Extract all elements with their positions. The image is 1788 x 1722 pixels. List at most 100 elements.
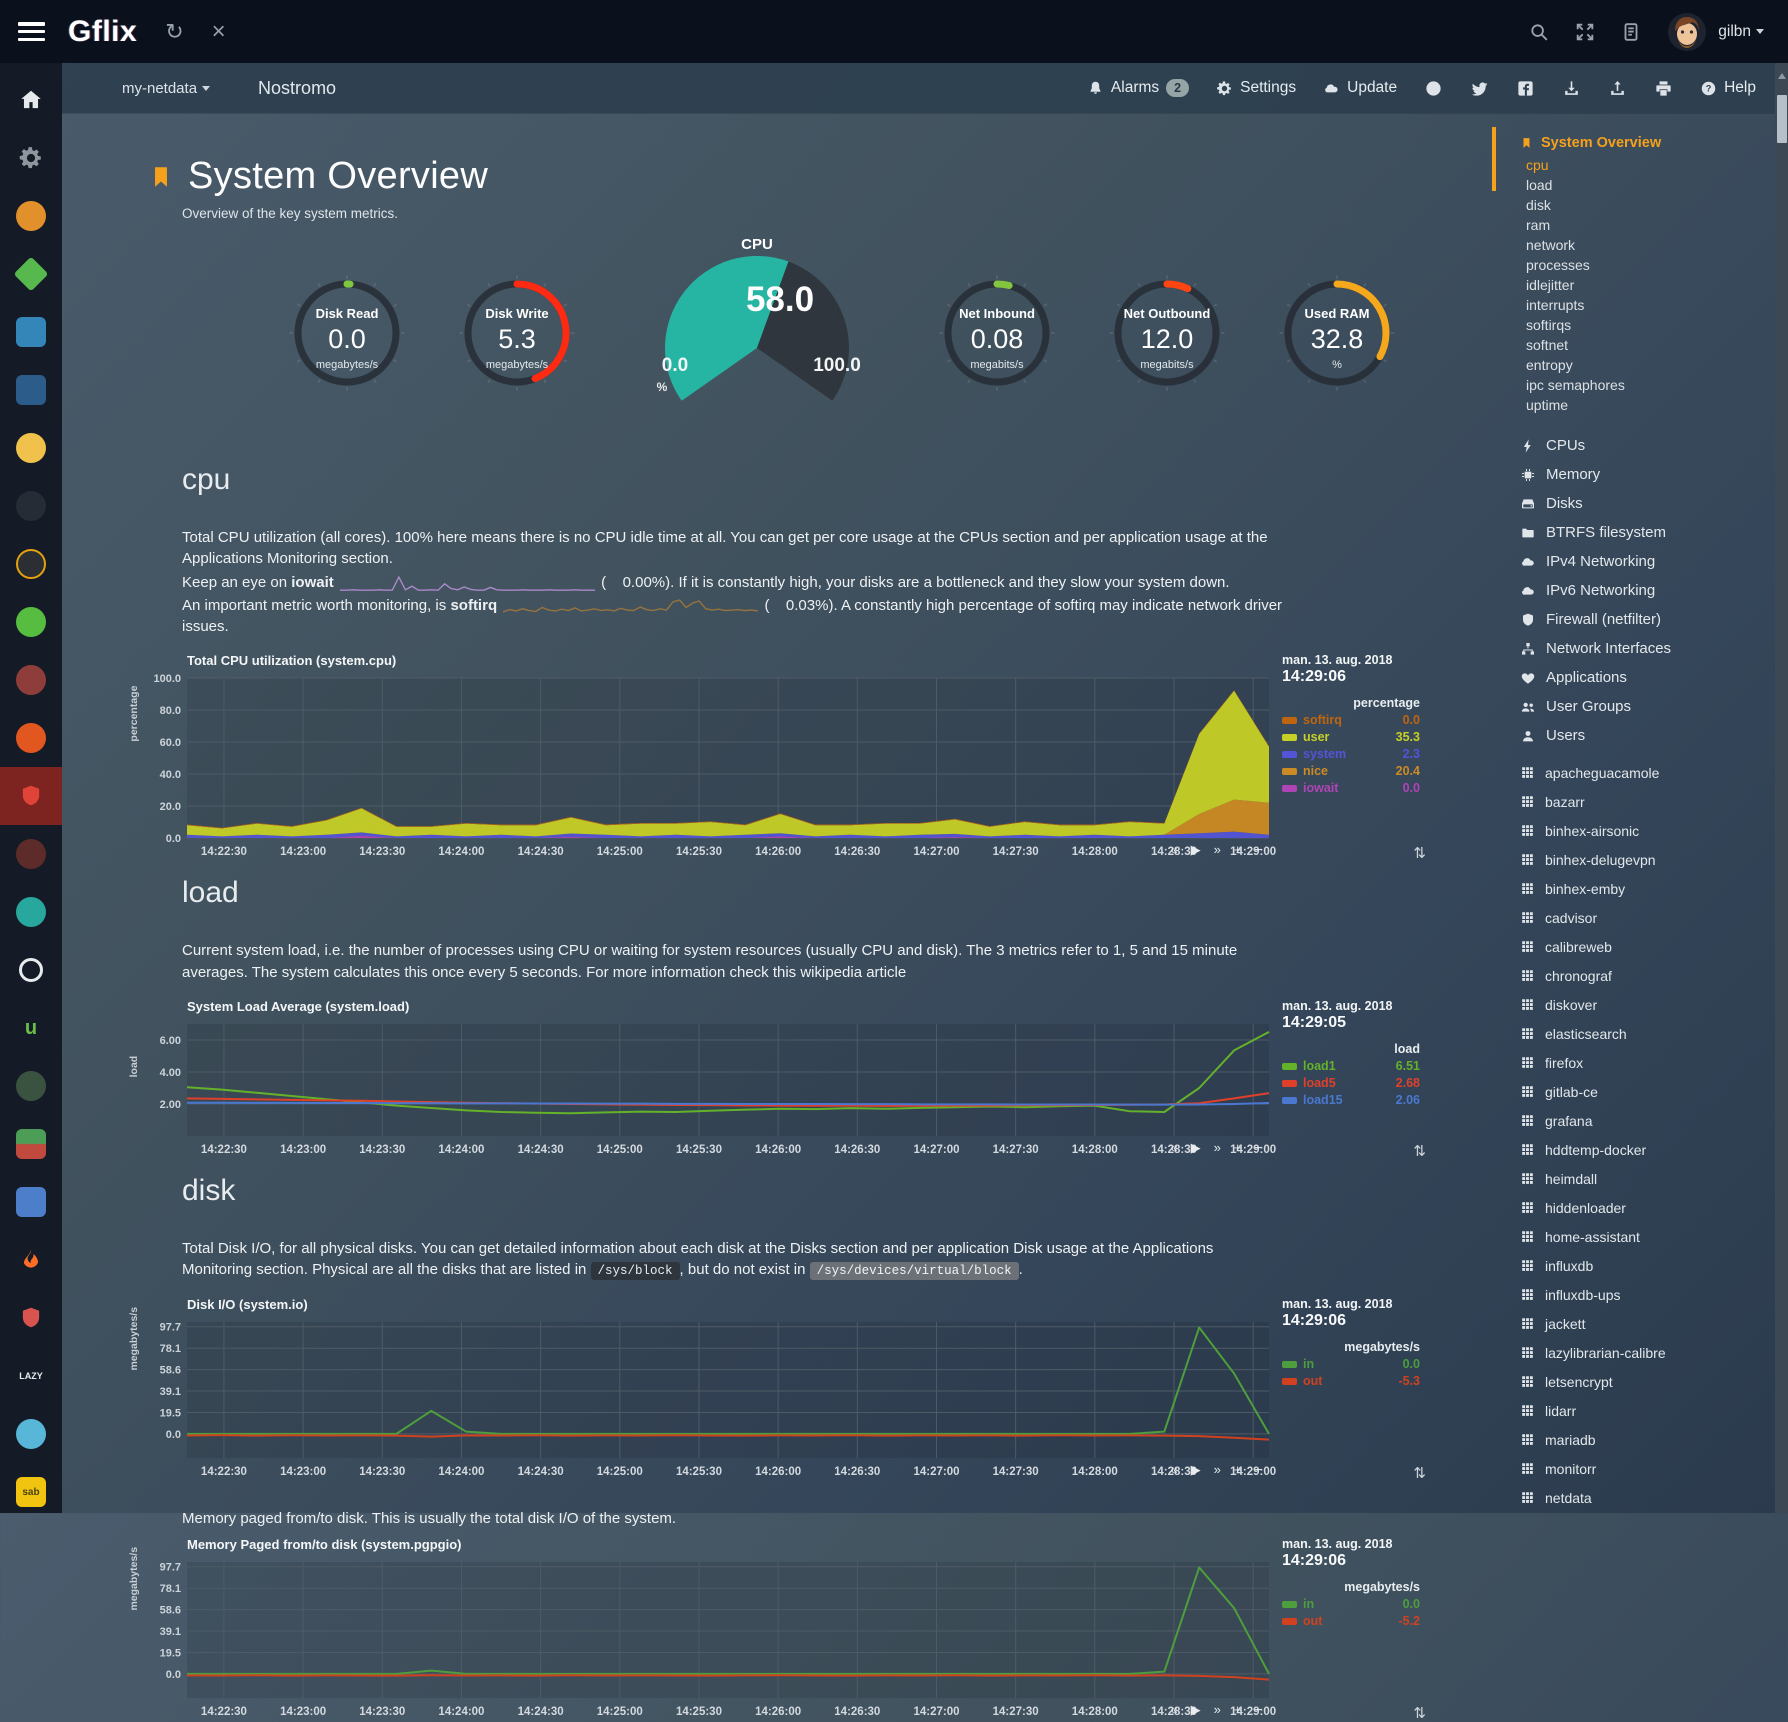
sidebar-app-icon-app-11[interactable]: [0, 651, 62, 709]
toc-item-lidarr[interactable]: lidarr: [1492, 1396, 1782, 1425]
toc-item-home-assistant[interactable]: home-assistant: [1492, 1222, 1782, 1251]
load-chart[interactable]: System Load Average (system.load)load6.0…: [132, 999, 1432, 1160]
pan-backward-icon[interactable]: «: [1170, 1140, 1177, 1156]
sidebar-app-icon-app-16[interactable]: [0, 941, 62, 999]
zoom-in-icon[interactable]: +: [1234, 1462, 1242, 1478]
app-21-icon[interactable]: [0, 1231, 62, 1289]
toc-item-diskover[interactable]: diskover: [1492, 990, 1782, 1019]
sidebar-app-icon-app-17[interactable]: u: [0, 999, 62, 1057]
username-menu[interactable]: gilbn: [1718, 23, 1764, 41]
legend-row-iowait[interactable]: iowait0.0: [1282, 781, 1420, 795]
toc-item-influxdb-ups[interactable]: influxdb-ups: [1492, 1280, 1782, 1309]
toc-item-disks[interactable]: Disks: [1492, 489, 1782, 518]
host-name[interactable]: Nostromo: [258, 78, 336, 99]
pan-backward-icon[interactable]: «: [1170, 1702, 1177, 1718]
legend-row-load1[interactable]: load16.51: [1282, 1059, 1420, 1073]
close-tab-icon[interactable]: ×: [212, 20, 226, 44]
toc-item-binhex-delugevpn[interactable]: binhex-delugevpn: [1492, 845, 1782, 874]
sidebar-app-icon-app-23[interactable]: LAZY: [0, 1347, 62, 1405]
toc-item-memory[interactable]: Memory: [1492, 460, 1782, 489]
sidebar-app-icon-app-14[interactable]: [0, 825, 62, 883]
resize-handle-icon[interactable]: ⇅: [1413, 844, 1426, 862]
legend-row-user[interactable]: user35.3: [1282, 730, 1420, 744]
settings-button[interactable]: Settings: [1216, 79, 1296, 97]
toc-item-entropy[interactable]: entropy: [1526, 357, 1782, 377]
toc-item-softnet[interactable]: softnet: [1526, 337, 1782, 357]
cpu-chart-plot-area[interactable]: 100.080.060.040.020.00.014:22:3014:23:00…: [132, 672, 1277, 862]
toc-item-bazarr[interactable]: bazarr: [1492, 787, 1782, 816]
fullscreen-icon[interactable]: [1574, 21, 1596, 43]
gauge-net-outbound[interactable]: Net Outbound12.0megabits/s: [1092, 275, 1242, 455]
toc-item-ram[interactable]: ram: [1526, 217, 1782, 237]
toc-item-firefox[interactable]: firefox: [1492, 1048, 1782, 1077]
sidebar-app-icon-app-25[interactable]: sab: [0, 1463, 62, 1521]
toc-item-chronograf[interactable]: chronograf: [1492, 961, 1782, 990]
zoom-out-icon[interactable]: −: [1254, 1702, 1262, 1718]
sidebar-app-icon-app-20[interactable]: [0, 1173, 62, 1231]
settings-icon[interactable]: [0, 129, 62, 187]
toc-item-binhex-emby[interactable]: binhex-emby: [1492, 874, 1782, 903]
user-avatar[interactable]: [1668, 13, 1706, 51]
toc-item-interrupts[interactable]: interrupts: [1526, 297, 1782, 317]
toc-item-calibreweb[interactable]: calibreweb: [1492, 932, 1782, 961]
resize-handle-icon[interactable]: ⇅: [1413, 1464, 1426, 1482]
sidebar-app-icon-app-8[interactable]: [0, 477, 62, 535]
toc-item-cpus[interactable]: CPUs: [1492, 431, 1782, 460]
hamburger-menu-icon[interactable]: [18, 22, 45, 41]
gauge-disk-read[interactable]: Disk Read0.0megabytes/s: [272, 275, 422, 455]
sidebar-app-icon-app-6[interactable]: [0, 361, 62, 419]
toc-item-system-overview[interactable]: System Overview: [1492, 135, 1782, 151]
toc-item-gitlab-ce[interactable]: gitlab-ce: [1492, 1077, 1782, 1106]
disk-io-chart[interactable]: Disk I/O (system.io)megabytes/s97.778.15…: [132, 1297, 1432, 1482]
gauge-net-inbound[interactable]: Net Inbound0.08megabits/s: [922, 275, 1072, 455]
toc-item-cpu[interactable]: cpu: [1526, 157, 1782, 177]
toc-item-ipc-semaphores[interactable]: ipc semaphores: [1526, 377, 1782, 397]
export-button[interactable]: [1562, 79, 1581, 98]
scrollbar-up-arrow[interactable]: [1778, 73, 1786, 79]
toc-item-lazylibrarian-calibre[interactable]: lazylibrarian-calibre: [1492, 1338, 1782, 1367]
legend-row-out[interactable]: out-5.2: [1282, 1614, 1420, 1628]
toc-item-network-interfaces[interactable]: Network Interfaces: [1492, 634, 1782, 663]
toc-item-uptime[interactable]: uptime: [1526, 397, 1782, 417]
resize-handle-icon[interactable]: ⇅: [1413, 1704, 1426, 1722]
facebook-button[interactable]: [1516, 79, 1535, 98]
update-button[interactable]: Update: [1323, 79, 1397, 97]
toc-item-applications[interactable]: Applications: [1492, 663, 1782, 692]
pan-backward-icon[interactable]: «: [1170, 1462, 1177, 1478]
sidebar-app-icon-app-9[interactable]: [0, 535, 62, 593]
memory-paged-chart[interactable]: Memory Paged from/to disk (system.pgpgio…: [132, 1537, 1432, 1722]
toc-item-mariadb[interactable]: mariadb: [1492, 1425, 1782, 1454]
toc-item-users[interactable]: Users: [1492, 721, 1782, 750]
sidebar-app-icon-app-24[interactable]: [0, 1405, 62, 1463]
toc-item-hddtemp-docker[interactable]: hddtemp-docker: [1492, 1135, 1782, 1164]
changelog-icon[interactable]: [1620, 21, 1642, 43]
toc-item-disk[interactable]: disk: [1526, 197, 1782, 217]
app-13-icon[interactable]: [0, 767, 62, 825]
toc-item-apacheguacamole[interactable]: apacheguacamole: [1492, 758, 1782, 787]
pan-forward-icon[interactable]: »: [1214, 1702, 1221, 1718]
search-icon[interactable]: [1528, 21, 1550, 43]
gauge-cpu[interactable]: CPU58.00.0%100.0: [612, 233, 902, 423]
toc-item-heimdall[interactable]: heimdall: [1492, 1164, 1782, 1193]
play-icon[interactable]: ▶: [1191, 1462, 1201, 1478]
zoom-out-icon[interactable]: −: [1254, 1462, 1262, 1478]
sidebar-app-icon-app-12[interactable]: [0, 709, 62, 767]
sidebar-app-icon-app-5[interactable]: [0, 303, 62, 361]
zoom-in-icon[interactable]: +: [1234, 1140, 1242, 1156]
cpu-chart[interactable]: Total CPU utilization (system.cpu)percen…: [132, 653, 1432, 862]
gauge-disk-write[interactable]: Disk Write5.3megabytes/s: [442, 275, 592, 455]
github-button[interactable]: [1424, 79, 1443, 98]
legend-row-load5[interactable]: load52.68: [1282, 1076, 1420, 1090]
toc-item-load[interactable]: load: [1526, 177, 1782, 197]
sidebar-app-icon-app-3[interactable]: [0, 187, 62, 245]
legend-row-out[interactable]: out-5.3: [1282, 1374, 1420, 1388]
toc-item-ipv6-networking[interactable]: IPv6 Networking: [1492, 576, 1782, 605]
toc-item-firewall-netfilter-[interactable]: Firewall (netfilter): [1492, 605, 1782, 634]
play-icon[interactable]: ▶: [1191, 1140, 1201, 1156]
sidebar-app-icon-app-19[interactable]: [0, 1115, 62, 1173]
pan-forward-icon[interactable]: »: [1214, 1462, 1221, 1478]
legend-row-load15[interactable]: load152.06: [1282, 1093, 1420, 1107]
legend-row-nice[interactable]: nice20.4: [1282, 764, 1420, 778]
play-icon[interactable]: ▶: [1191, 1702, 1201, 1718]
server-dropdown[interactable]: my-netdata: [122, 80, 210, 97]
